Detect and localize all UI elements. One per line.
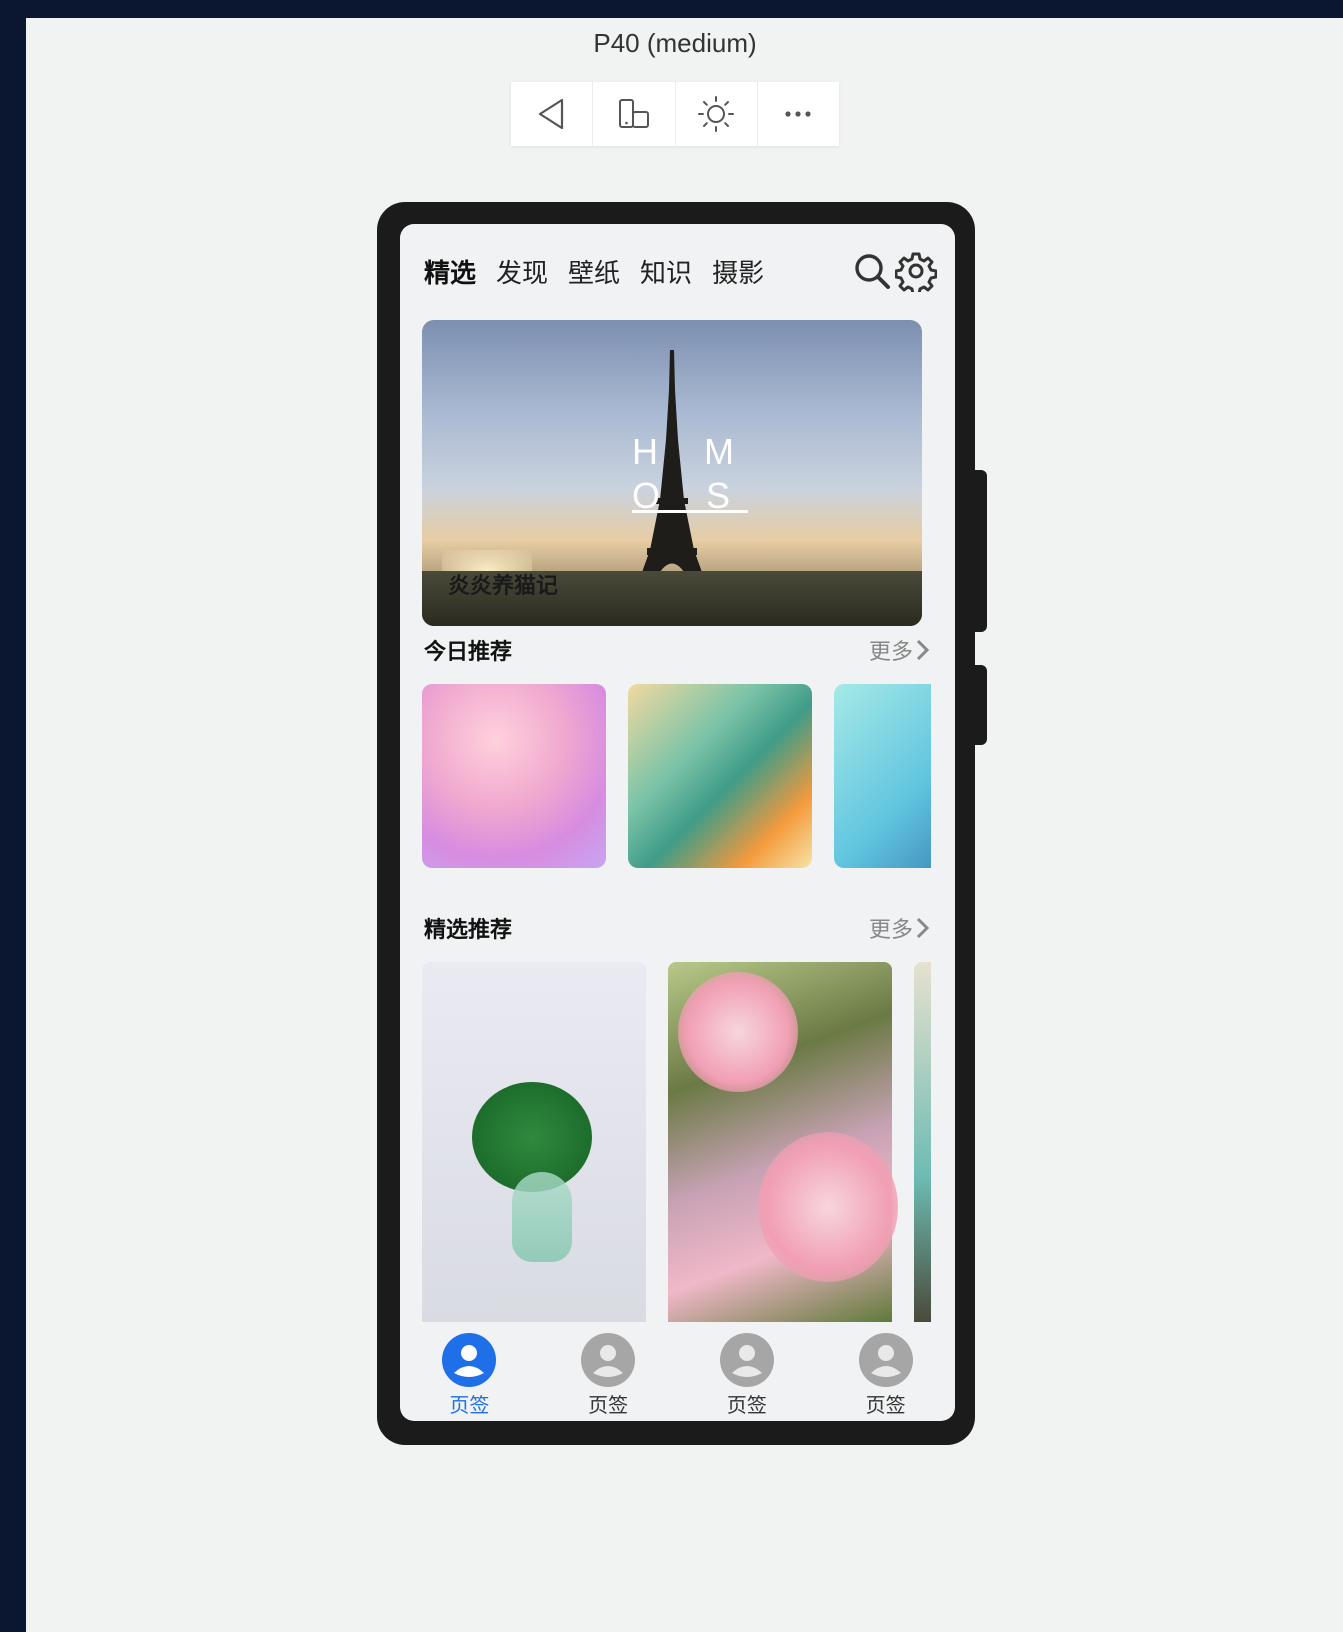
- section-title-today: 今日推荐: [424, 640, 513, 665]
- bottom-tab-2[interactable]: 页签: [539, 1325, 678, 1421]
- wallpaper-thumb[interactable]: [834, 684, 931, 868]
- bottom-tab-label: 页签: [726, 1393, 767, 1417]
- banner-carousel[interactable]: H M O S 炎炎养猫记: [422, 320, 922, 626]
- more-label: 更多: [868, 918, 913, 943]
- section-title-featured: 精选推荐: [424, 918, 513, 943]
- rotate-device-button[interactable]: [593, 82, 676, 146]
- wallpaper-thumb[interactable]: [422, 684, 606, 868]
- hmos-logo: H M O S: [632, 431, 752, 516]
- bottom-tab-1[interactable]: 页签: [400, 1325, 539, 1421]
- bottom-tab-label: 页签: [865, 1393, 906, 1417]
- vase-shape: [512, 1172, 572, 1262]
- featured-recommend-header: 精选推荐 更多: [424, 908, 931, 948]
- bottom-tab-bar: 页签 页签 页签 页签: [400, 1325, 955, 1421]
- bottom-tab-4[interactable]: 页签: [816, 1325, 955, 1421]
- tab-photography[interactable]: 摄影: [712, 253, 764, 290]
- photo-thumb-plant[interactable]: [422, 962, 646, 1322]
- rotate-device-icon: [618, 99, 649, 128]
- featured-recommend-list: [422, 962, 931, 1322]
- more-link-today[interactable]: 更多: [869, 634, 931, 666]
- nav-actions: [851, 250, 937, 292]
- volume-button: [975, 665, 987, 745]
- banner-caption: 炎炎养猫记: [448, 574, 559, 599]
- tab-wallpaper[interactable]: 壁纸: [568, 253, 620, 290]
- app-screen: 精选 发现 壁纸 知识 摄影 H M O S 炎炎养猫记 今日推荐 更多 精选推…: [400, 224, 955, 1421]
- tab-knowledge[interactable]: 知识: [640, 253, 692, 290]
- category-tabs: 精选 发现 壁纸 知识 摄影: [424, 253, 764, 290]
- search-icon[interactable]: [851, 250, 893, 292]
- today-recommend-list: [422, 684, 931, 868]
- user-icon: [719, 1333, 774, 1387]
- previewer-toolbar: [511, 82, 839, 146]
- user-icon: [581, 1333, 636, 1387]
- chevron-right-icon: [916, 917, 930, 939]
- wallpaper-thumb[interactable]: [628, 684, 812, 868]
- back-button[interactable]: [511, 82, 594, 146]
- blossom-shape: [758, 1132, 898, 1282]
- brightness-icon: [698, 96, 735, 132]
- gear-icon[interactable]: [895, 250, 937, 292]
- back-icon: [538, 98, 563, 130]
- photo-thumb-blossom[interactable]: [668, 962, 898, 1322]
- bottom-tab-label: 页签: [449, 1393, 490, 1417]
- bottom-tab-3[interactable]: 页签: [678, 1325, 817, 1421]
- more-link-featured[interactable]: 更多: [869, 912, 931, 944]
- user-icon: [442, 1333, 497, 1387]
- power-button: [975, 470, 987, 632]
- blossom-shape: [678, 972, 798, 1092]
- more-label: 更多: [868, 640, 913, 665]
- more-icon: [785, 111, 811, 117]
- user-icon: [858, 1333, 913, 1387]
- device-title: P40 (medium): [593, 28, 757, 58]
- tab-discover[interactable]: 发现: [496, 253, 548, 290]
- brightness-button[interactable]: [676, 82, 758, 146]
- tab-featured[interactable]: 精选: [424, 253, 476, 290]
- more-options-button[interactable]: [758, 82, 839, 146]
- bottom-tab-label: 页签: [588, 1393, 629, 1417]
- photo-thumb[interactable]: [914, 962, 931, 1322]
- chevron-right-icon: [916, 639, 930, 661]
- today-recommend-header: 今日推荐 更多: [424, 630, 931, 670]
- top-navigation: 精选 发现 壁纸 知识 摄影: [424, 246, 937, 296]
